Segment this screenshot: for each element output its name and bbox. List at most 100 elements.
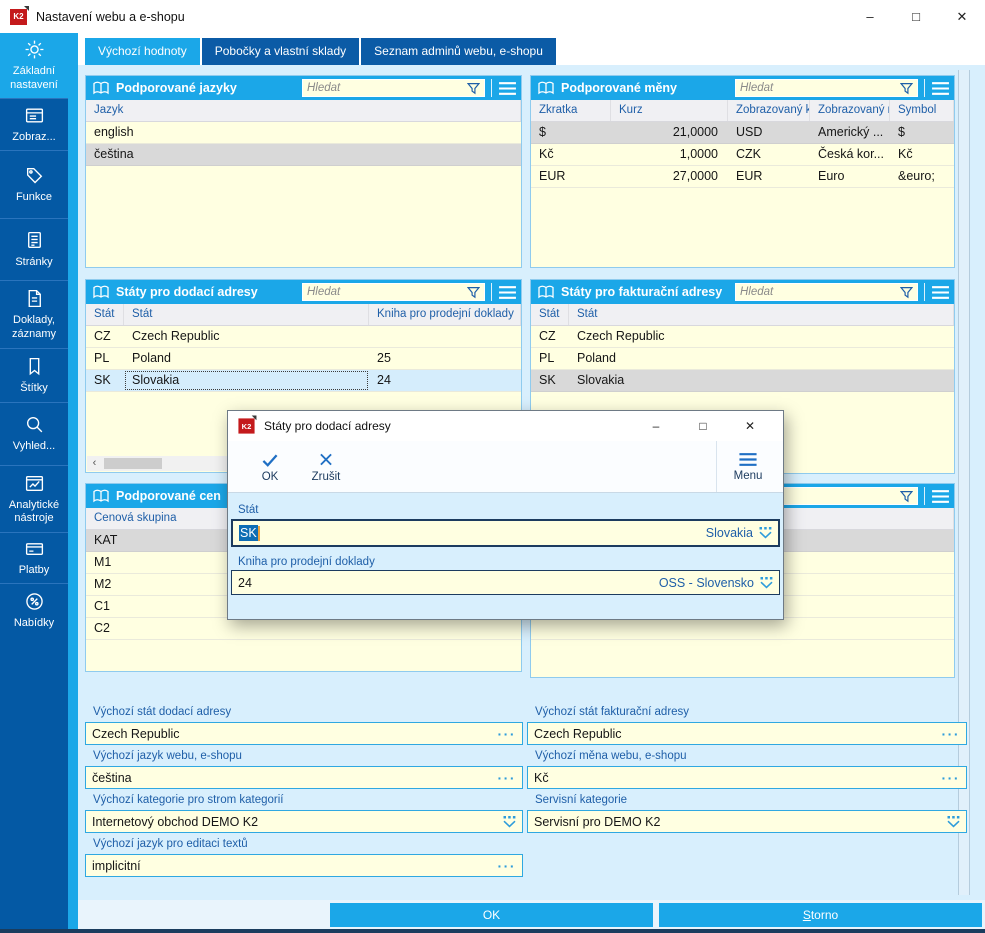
- table-row[interactable]: PLPoland: [531, 348, 954, 370]
- table-cell[interactable]: Kč: [890, 144, 954, 165]
- table-row[interactable]: [531, 618, 954, 640]
- form-field-right-1[interactable]: Czech Republic···: [527, 722, 967, 745]
- tab-2[interactable]: Pobočky a vlastní sklady: [202, 38, 359, 65]
- column-header[interactable]: Zobrazovaný k: [728, 100, 810, 121]
- sidebar-item-discount[interactable]: Nabídky: [0, 583, 68, 637]
- dialog-ok-button[interactable]: OK: [242, 441, 298, 492]
- dialog-menu-button[interactable]: Menu: [717, 441, 779, 492]
- table-row[interactable]: CZCzech Republic: [531, 326, 954, 348]
- table-cell[interactable]: Czech Republic: [569, 326, 954, 347]
- table-cell[interactable]: CZ: [531, 326, 569, 347]
- table-cell[interactable]: &euro;: [890, 166, 954, 187]
- sidebar-item-pages[interactable]: Stránky: [0, 218, 68, 280]
- table-row[interactable]: SKSlovakia24: [86, 370, 521, 392]
- table-cell[interactable]: CZ: [86, 326, 124, 347]
- dialog-cancel-button[interactable]: Zrušit: [298, 441, 354, 492]
- table-cell[interactable]: Poland: [124, 348, 369, 369]
- table-cell[interactable]: Poland: [569, 348, 954, 369]
- filter-icon[interactable]: [900, 490, 913, 503]
- maximize-button[interactable]: □: [893, 0, 939, 33]
- ellipsis-icon[interactable]: ···: [942, 773, 961, 783]
- table-cell[interactable]: english: [86, 122, 521, 143]
- column-header[interactable]: Zkratka: [531, 100, 611, 121]
- table-cell[interactable]: $: [890, 122, 954, 143]
- table-cell[interactable]: USD: [728, 122, 810, 143]
- form-field-left-1[interactable]: Czech Republic···: [85, 722, 523, 745]
- tab-1[interactable]: Výchozí hodnoty: [85, 38, 200, 65]
- table-row[interactable]: čeština: [86, 144, 521, 166]
- scrollbar-thumb[interactable]: [104, 458, 162, 469]
- table-cell[interactable]: [369, 326, 521, 347]
- table-row[interactable]: Kč1,0000CZKČeská kor...Kč: [531, 144, 954, 166]
- table-cell[interactable]: Czech Republic: [124, 326, 369, 347]
- form-field-right-3[interactable]: Servisní pro DEMO K2: [527, 810, 967, 833]
- ok-button[interactable]: OK: [330, 903, 653, 927]
- dialog-close-button[interactable]: ✕: [735, 411, 765, 441]
- table-cell[interactable]: Euro: [810, 166, 890, 187]
- search-input[interactable]: [307, 82, 467, 94]
- lookup-icon[interactable]: [503, 816, 516, 828]
- table-row[interactable]: CZCzech Republic: [86, 326, 521, 348]
- filter-icon[interactable]: [900, 82, 913, 95]
- column-header[interactable]: Stát: [531, 304, 569, 325]
- column-header[interactable]: Stát: [86, 304, 124, 325]
- filter-icon[interactable]: [467, 82, 480, 95]
- sidebar-item-gear[interactable]: Základní nastavení: [0, 33, 68, 98]
- state-field[interactable]: SK Slovakia: [231, 519, 780, 547]
- panel-menu-button[interactable]: [498, 81, 517, 96]
- column-header[interactable]: Kniha pro prodejní doklady: [369, 304, 521, 325]
- panel-menu-button[interactable]: [931, 489, 950, 504]
- table-row[interactable]: english: [86, 122, 521, 144]
- sidebar-item-tag[interactable]: Funkce: [0, 150, 68, 218]
- ellipsis-icon[interactable]: ···: [498, 861, 517, 871]
- minimize-button[interactable]: –: [847, 0, 893, 33]
- column-header[interactable]: Zobrazovaný r: [810, 100, 890, 121]
- panel-menu-button[interactable]: [931, 81, 950, 96]
- table-row[interactable]: EUR27,0000EUREuro&euro;: [531, 166, 954, 188]
- table-cell[interactable]: 25: [369, 348, 521, 369]
- table-cell[interactable]: Slovakia: [569, 370, 954, 391]
- sidebar-item-display[interactable]: Zobraz...: [0, 98, 68, 150]
- column-header[interactable]: Stát: [124, 304, 369, 325]
- form-field-left-2[interactable]: čeština···: [85, 766, 523, 789]
- search-input[interactable]: [740, 82, 900, 94]
- ellipsis-icon[interactable]: ···: [498, 729, 517, 739]
- table-cell[interactable]: PL: [531, 348, 569, 369]
- table-cell[interactable]: Kč: [531, 144, 611, 165]
- table-cell[interactable]: CZK: [728, 144, 810, 165]
- table-row[interactable]: C2: [86, 618, 521, 640]
- column-header[interactable]: Jazyk: [86, 100, 521, 121]
- close-button[interactable]: ✕: [939, 0, 985, 33]
- filter-icon[interactable]: [900, 286, 913, 299]
- lookup-icon[interactable]: [947, 816, 960, 828]
- lookup-icon[interactable]: [760, 577, 773, 589]
- form-field-right-2[interactable]: Kč···: [527, 766, 967, 789]
- table-cell[interactable]: SK: [531, 370, 569, 391]
- sidebar-item-bookmark[interactable]: Štítky: [0, 348, 68, 402]
- lookup-icon[interactable]: [759, 527, 772, 539]
- table-cell[interactable]: 27,0000: [611, 166, 728, 187]
- table-cell[interactable]: 1,0000: [611, 144, 728, 165]
- dialog-maximize-button[interactable]: □: [688, 411, 718, 441]
- ellipsis-icon[interactable]: ···: [942, 729, 961, 739]
- column-header[interactable]: Stát: [569, 304, 954, 325]
- panel-menu-button[interactable]: [931, 285, 950, 300]
- tab-3[interactable]: Seznam adminů webu, e-shopu: [361, 38, 556, 65]
- storno-button[interactable]: Storno: [659, 903, 982, 927]
- table-cell[interactable]: Česká kor...: [810, 144, 890, 165]
- scroll-left-arrow[interactable]: ‹: [87, 456, 102, 471]
- table-cell[interactable]: 21,0000: [611, 122, 728, 143]
- ellipsis-icon[interactable]: ···: [498, 773, 517, 783]
- panel-menu-button[interactable]: [498, 285, 517, 300]
- table-cell[interactable]: Americký ...: [810, 122, 890, 143]
- sales-book-field[interactable]: 24 OSS - Slovensko: [231, 570, 780, 595]
- table-row[interactable]: $21,0000USDAmerický ...$: [531, 122, 954, 144]
- table-row[interactable]: SKSlovakia: [531, 370, 954, 392]
- table-cell[interactable]: PL: [86, 348, 124, 369]
- table-cell[interactable]: SK: [86, 370, 124, 391]
- form-field-left-3[interactable]: Internetový obchod DEMO K2: [85, 810, 523, 833]
- dialog-minimize-button[interactable]: –: [641, 411, 671, 441]
- search-input[interactable]: [740, 286, 900, 298]
- table-cell[interactable]: EUR: [728, 166, 810, 187]
- form-field-left-4[interactable]: implicitní···: [85, 854, 523, 877]
